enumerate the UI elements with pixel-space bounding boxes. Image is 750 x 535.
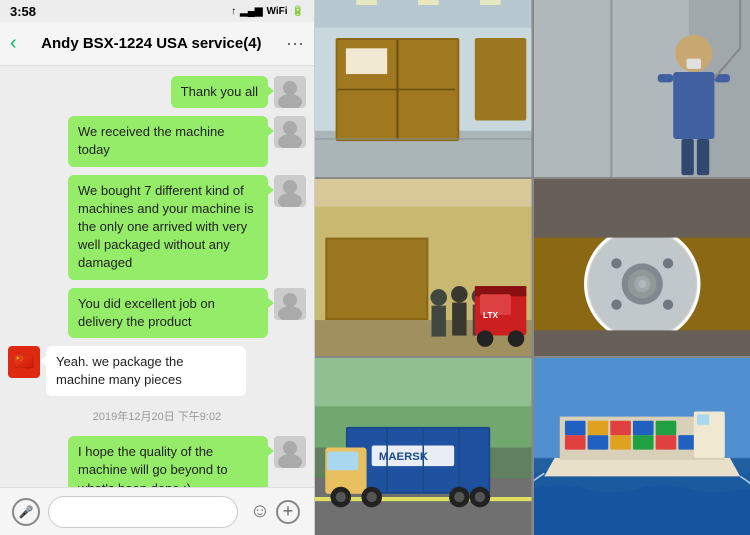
avatar — [274, 288, 306, 320]
chat-header: ‹ Andy BSX-1224 USA service(4) ··· — [0, 22, 314, 66]
message-bubble: We received the machine today — [68, 116, 268, 166]
wifi-icon: WiFi — [267, 6, 288, 17]
signal-icon: ▂▄▆ — [240, 6, 262, 17]
message-row: You did excellent job on delivery the pr… — [8, 288, 306, 338]
message-row: We bought 7 different kind of machines a… — [8, 175, 306, 280]
message-text: Yeah. we package the machine many pieces — [56, 354, 183, 387]
message-row: 🇨🇳 Yeah. we package the machine many pie… — [8, 346, 306, 396]
avatar-china: 🇨🇳 — [8, 346, 40, 378]
message-text: We bought 7 different kind of machines a… — [78, 183, 254, 271]
message-row: Thank you all — [8, 76, 306, 108]
battery-icon: 🔋 — [292, 6, 304, 17]
photo-cell-5[interactable]: MAERSK — [315, 358, 532, 535]
message-row: I hope the quality of the machine will g… — [8, 436, 306, 487]
svg-text:LTX: LTX — [483, 311, 498, 320]
add-icon: + — [276, 500, 300, 524]
message-bubble: Thank you all — [171, 76, 268, 108]
photo-cell-2[interactable] — [534, 0, 750, 177]
status-icons: ↑ ▂▄▆ WiFi 🔋 — [231, 6, 304, 17]
avatar — [274, 436, 306, 468]
voice-button[interactable]: 🎤 — [12, 498, 40, 526]
message-bubble: I hope the quality of the machine will g… — [68, 436, 268, 487]
message-row: We received the machine today — [8, 116, 306, 166]
back-button[interactable]: ‹ — [10, 32, 17, 55]
chat-panel: 3:58 ↑ ▂▄▆ WiFi 🔋 ‹ Andy BSX-1224 USA se… — [0, 0, 315, 535]
chat-toolbar: 🎤 ☺ + — [0, 487, 314, 535]
message-text: I hope the quality of the machine will g… — [78, 444, 228, 487]
avatar — [274, 76, 306, 108]
add-button[interactable]: + — [274, 498, 302, 526]
voice-icon: 🎤 — [19, 505, 34, 519]
photo-cell-3[interactable]: LTX — [315, 179, 532, 356]
messages-area: Thank you all We received the machine to… — [0, 66, 314, 487]
avatar — [274, 175, 306, 207]
emoji-button[interactable]: ☺ — [246, 498, 274, 526]
emoji-icon: ☺ — [250, 500, 270, 523]
status-time: 3:58 — [10, 4, 36, 19]
status-bar: 3:58 ↑ ▂▄▆ WiFi 🔋 — [0, 0, 314, 22]
message-bubble: You did excellent job on delivery the pr… — [68, 288, 268, 338]
message-text: You did excellent job on delivery the pr… — [78, 296, 215, 329]
photo-cell-4[interactable] — [534, 179, 750, 356]
chat-title: Andy BSX-1224 USA service(4) — [17, 35, 286, 52]
location-icon: ↑ — [231, 6, 236, 17]
photo-panel: LTX — [315, 0, 750, 535]
timestamp: 2019年12月20日 下午9:02 — [8, 408, 306, 424]
message-input[interactable] — [48, 496, 238, 528]
photo-cell-1[interactable] — [315, 0, 532, 177]
message-bubble: We bought 7 different kind of machines a… — [68, 175, 268, 280]
photo-cell-6[interactable] — [534, 358, 750, 535]
message-text: We received the machine today — [78, 124, 224, 157]
message-bubble: Yeah. we package the machine many pieces — [46, 346, 246, 396]
avatar — [274, 116, 306, 148]
menu-button[interactable]: ··· — [286, 33, 304, 54]
message-text: Thank you all — [181, 84, 258, 99]
